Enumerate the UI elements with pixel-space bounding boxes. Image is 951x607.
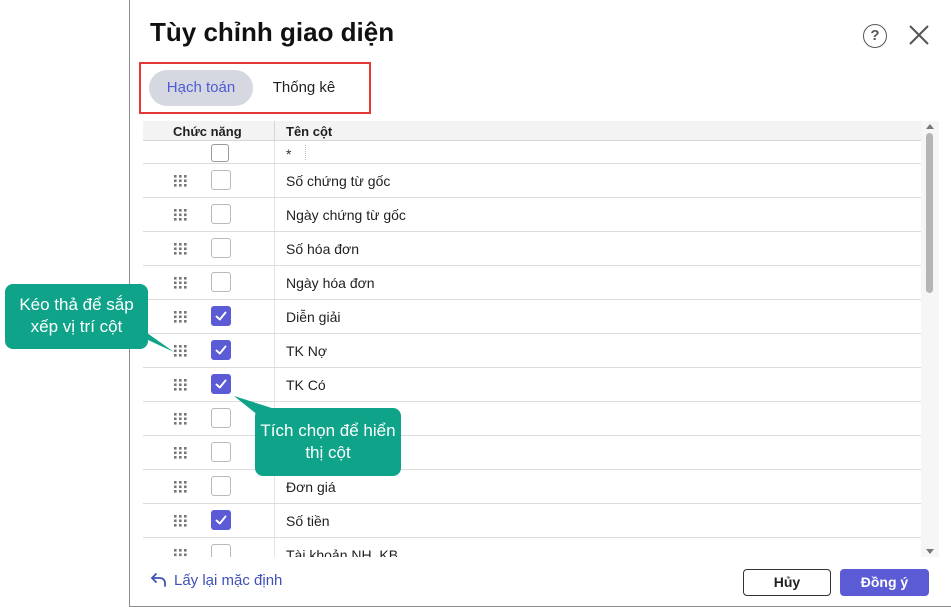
row-visibility-checkbox[interactable]	[211, 340, 231, 360]
row-visibility-checkbox[interactable]	[211, 476, 231, 496]
dialog-footer: Lấy lại mặc định Hủy Đồng ý	[130, 557, 951, 607]
row-column-name: Số tiền	[286, 513, 330, 529]
filter-row: *	[143, 141, 921, 164]
check-icon	[215, 515, 227, 525]
table-row[interactable]: Số chứng từ gốc	[143, 164, 921, 198]
row-column-name: Diễn giải	[286, 309, 341, 325]
row-column-name: Ngày chứng từ gốc	[286, 207, 406, 223]
drag-handle-icon[interactable]	[174, 311, 188, 323]
ok-button[interactable]: Đồng ý	[840, 569, 929, 596]
table-row[interactable]: Số tiền	[143, 504, 921, 538]
drag-handle-icon[interactable]	[174, 345, 188, 357]
column-grid: Chức năng Tên cột * Số chứng từ gốc Ngày …	[143, 121, 939, 557]
header-divider[interactable]	[274, 121, 275, 141]
reset-default-link[interactable]: Lấy lại mặc định	[150, 572, 282, 589]
scroll-down-arrow-icon[interactable]	[926, 549, 934, 554]
check-icon	[215, 345, 227, 355]
row-visibility-checkbox[interactable]	[211, 544, 231, 557]
row-visibility-checkbox[interactable]	[211, 306, 231, 326]
drag-hint-callout: Kéo thả để sắp xếp vị trí cột	[5, 284, 148, 349]
drag-handle-icon[interactable]	[174, 481, 188, 493]
undo-arrow-icon	[151, 573, 166, 587]
table-row[interactable]: Diễn giải	[143, 300, 921, 334]
check-icon	[215, 311, 227, 321]
row-column-name: Đơn giá	[286, 479, 336, 495]
row-column-name: Ngày hóa đơn	[286, 275, 375, 291]
drag-handle-icon[interactable]	[174, 209, 188, 221]
close-x-icon[interactable]	[908, 24, 930, 46]
table-row[interactable]: Số hóa đơn	[143, 232, 921, 266]
vertical-scrollbar[interactable]	[921, 121, 939, 557]
row-column-name: Số chứng từ gốc	[286, 173, 391, 189]
drag-handle-icon[interactable]	[174, 277, 188, 289]
customize-view-dialog: Tùy chỉnh giao diện ? Hạch toán Thống kê…	[129, 0, 951, 607]
check-icon	[215, 379, 227, 389]
row-visibility-checkbox[interactable]	[211, 272, 231, 292]
reset-default-label: Lấy lại mặc định	[174, 572, 283, 589]
grid-rows: Số chứng từ gốc Ngày chứng từ gốc Số hóa đ…	[143, 164, 921, 557]
tab-hach-toan[interactable]: Hạch toán	[149, 70, 253, 106]
scroll-thumb[interactable]	[926, 133, 933, 293]
filter-divider	[305, 145, 306, 160]
dialog-title: Tùy chỉnh giao diện	[150, 17, 395, 47]
check-hint-pointer	[234, 396, 278, 420]
row-visibility-checkbox[interactable]	[211, 510, 231, 530]
row-column-name: Số hóa đơn	[286, 241, 360, 257]
cancel-button[interactable]: Hủy	[743, 569, 831, 596]
row-visibility-checkbox[interactable]	[211, 408, 231, 428]
table-row[interactable]: Ngày hóa đơn	[143, 266, 921, 300]
scroll-up-arrow-icon[interactable]	[926, 124, 934, 129]
grid-header: Chức năng Tên cột	[143, 121, 921, 141]
check-hint-text: Tích chọn để hiển thị cột	[260, 421, 396, 462]
drag-handle-icon[interactable]	[174, 379, 188, 391]
filter-input[interactable]: *	[286, 146, 291, 162]
drag-hint-text: Kéo thả để sắp xếp vị trí cột	[19, 295, 134, 336]
drag-handle-icon[interactable]	[174, 549, 188, 557]
row-visibility-checkbox[interactable]	[211, 374, 231, 394]
drag-handle-icon[interactable]	[174, 243, 188, 255]
row-visibility-checkbox[interactable]	[211, 170, 231, 190]
drag-hint-pointer	[140, 328, 174, 352]
question-circle-icon[interactable]: ?	[863, 24, 887, 48]
drag-handle-icon[interactable]	[174, 447, 188, 459]
row-visibility-checkbox[interactable]	[211, 442, 231, 462]
header-function: Chức năng	[173, 124, 242, 139]
table-row[interactable]: TK Nợ	[143, 334, 921, 368]
row-visibility-checkbox[interactable]	[211, 238, 231, 258]
drag-handle-icon[interactable]	[174, 175, 188, 187]
table-row[interactable]: Ngày chứng từ gốc	[143, 198, 921, 232]
drag-handle-icon[interactable]	[174, 413, 188, 425]
select-all-checkbox[interactable]	[211, 144, 229, 162]
row-column-name: TK Nợ	[286, 343, 328, 359]
drag-handle-icon[interactable]	[174, 515, 188, 527]
tab-bar: Hạch toán Thống kê	[139, 62, 371, 114]
header-column-name: Tên cột	[286, 124, 333, 139]
row-column-name: Tài khoản NH, KB	[286, 547, 399, 557]
row-visibility-checkbox[interactable]	[211, 204, 231, 224]
tab-thong-ke[interactable]: Thống kê	[259, 70, 349, 106]
table-row[interactable]: Tài khoản NH, KB	[143, 538, 921, 557]
row-column-name: TK Có	[286, 377, 326, 393]
